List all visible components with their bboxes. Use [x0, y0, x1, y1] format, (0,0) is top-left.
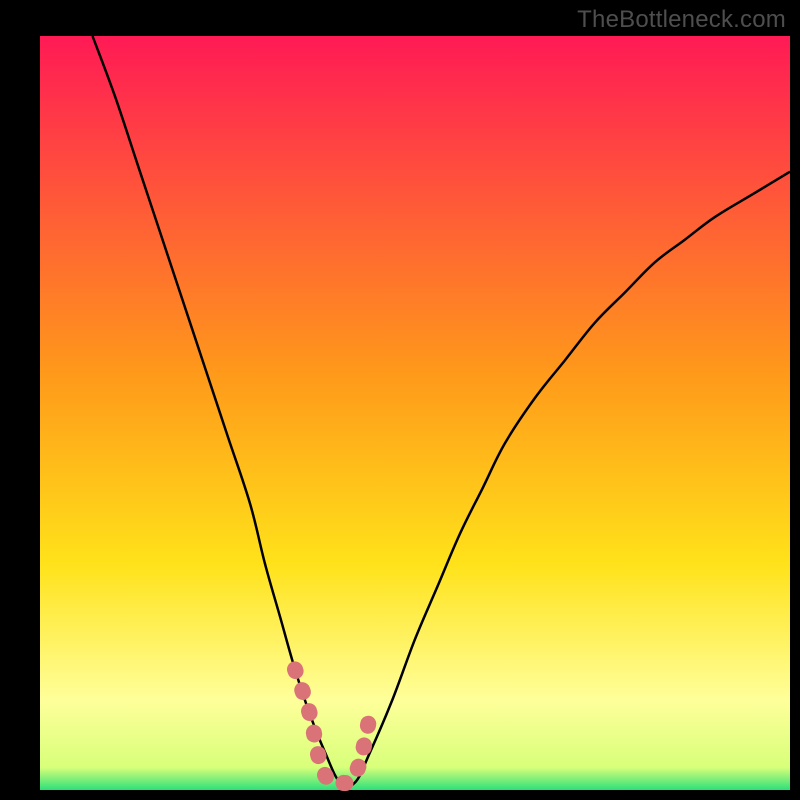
bottleneck-plot [0, 0, 800, 800]
chart-container: TheBottleneck.com [0, 0, 800, 800]
watermark-text: TheBottleneck.com [577, 6, 786, 34]
plot-background [40, 36, 790, 790]
